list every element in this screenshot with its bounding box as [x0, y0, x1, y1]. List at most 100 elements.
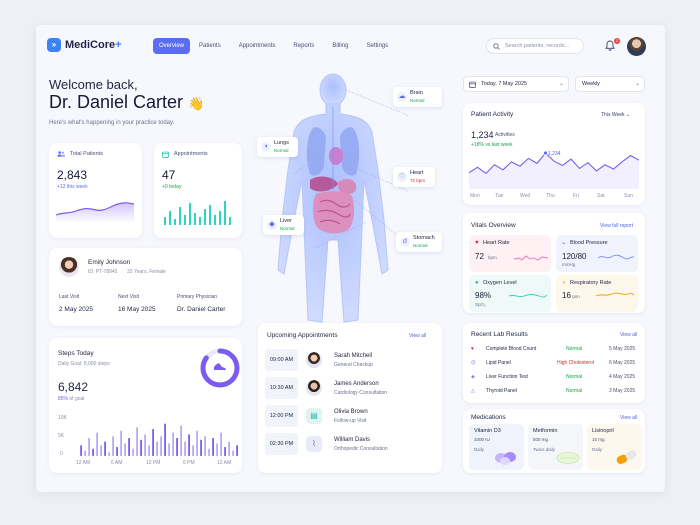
- stomach-status: Normal: [413, 243, 428, 248]
- steps-bar: [212, 438, 214, 456]
- steps-bar: [160, 436, 162, 456]
- activity-period[interactable]: This Week ⌄: [601, 112, 630, 118]
- droplet-icon: ●: [475, 280, 479, 286]
- nav-overview[interactable]: Overview: [153, 38, 191, 54]
- vital-label: Respiratory Rate: [570, 280, 612, 286]
- organ-callout-lungs[interactable]: ◖ Lungs Normal: [257, 137, 298, 157]
- search-icon: [493, 42, 500, 50]
- organ-callout-brain[interactable]: ☁ Brain Normal: [393, 87, 442, 107]
- appointment-type: Orthopedic Consultation: [334, 446, 388, 452]
- steps-bar: [224, 447, 226, 456]
- vital-blood-pressure[interactable]: ⌁ Blood Pressure 120/80 mmHg: [556, 235, 638, 272]
- search-input[interactable]: Search patients, records...: [486, 38, 584, 54]
- labs-view-all[interactable]: View all: [620, 332, 637, 338]
- calendar-icon: [162, 151, 169, 158]
- total-patients-delta: +12 this week: [57, 184, 88, 190]
- organ-callout-stomach[interactable]: ☌ Stomach Normal: [396, 232, 442, 252]
- med-frequency: Daily: [474, 447, 485, 452]
- vitals-title: Vitals Overview: [471, 222, 516, 229]
- nav-appointments[interactable]: Appointments: [230, 38, 285, 54]
- appointments-stat-card[interactable]: Appointments 47 +0 today: [154, 143, 242, 238]
- steps-title: Steps Today: [58, 350, 94, 357]
- medications-view-all[interactable]: View all: [620, 415, 637, 421]
- steps-bar: [220, 432, 222, 456]
- appointments-bar-sparkline: [164, 201, 231, 225]
- activity-day: Thu: [546, 193, 555, 199]
- steps-bar: [148, 445, 150, 456]
- thyroid-icon: △: [471, 388, 475, 394]
- appointment-time: 12:00 PM: [265, 405, 298, 427]
- steps-percent-line: 85% of goal: [58, 396, 84, 402]
- appointment-row[interactable]: 02:30 PM ⌇ William Davis Orthopedic Cons…: [265, 433, 434, 455]
- appointment-row[interactable]: 09:00 AM Sarah Mitchell General Checkup: [265, 349, 434, 371]
- bone-icon: ⌇: [306, 436, 322, 452]
- next-visit-value: 16 May 2025: [118, 306, 156, 313]
- steps-bar: [232, 450, 234, 456]
- appointment-avatar: [306, 352, 322, 368]
- appointment-row[interactable]: 12:00 PM ▤ Olivia Brown Follow-up Visit: [265, 405, 434, 427]
- nav-billing[interactable]: Billing: [323, 38, 357, 54]
- steps-card[interactable]: Steps Today Daily Goal: 8,000 steps 6,84…: [49, 338, 242, 473]
- activity-period-label: This Week: [601, 112, 625, 118]
- steps-bar: [184, 441, 186, 456]
- steps-hourly-chart: [80, 423, 238, 456]
- vital-oxygen[interactable]: ● Oxygen Level 98% SpO₂: [469, 275, 551, 312]
- med-frequency: Twice daily: [533, 447, 556, 452]
- vital-heart-rate[interactable]: ♥ Heart Rate 72 bpm: [469, 235, 551, 272]
- nav-patients[interactable]: Patients: [190, 38, 230, 54]
- steps-ytick-0: 0: [60, 451, 63, 457]
- lab-row[interactable]: ⌬ Lipid Panel High Cholesterol 6 May 202…: [471, 357, 641, 370]
- steps-bar: [80, 445, 82, 456]
- brain-status: Normal: [410, 98, 425, 103]
- patient-summary-card[interactable]: Emily Johnson ID: PT-78945 32 Years, Fem…: [49, 248, 242, 326]
- steps-bar: [164, 423, 166, 456]
- vitals-card: Vitals Overview View full report ♥ Heart…: [463, 213, 645, 313]
- wave-emoji-icon: 👋: [188, 96, 205, 111]
- nav-reports[interactable]: Reports: [284, 38, 323, 54]
- lab-test: Thyroid Panel: [486, 388, 517, 394]
- brand-name: MediCore: [65, 39, 116, 51]
- user-avatar[interactable]: [627, 37, 646, 56]
- lab-results-card: Recent Lab Results View all ♥ Complete B…: [463, 323, 645, 403]
- vital-respiratory[interactable]: ◖ Respiratory Rate 16 rpm: [556, 275, 638, 312]
- medication-item[interactable]: Lisinopril 10 mg Daily: [587, 424, 642, 470]
- lab-row[interactable]: ♥ Complete Blood Count Normal 5 May 2025: [471, 343, 641, 356]
- organ-callout-heart[interactable]: ♡ Heart 72 bpm: [393, 167, 435, 187]
- pulse-icon: ⌁: [562, 241, 566, 247]
- steps-bar: [200, 439, 202, 456]
- steps-bar: [192, 445, 194, 456]
- organ-callout-liver[interactable]: ◆ Liver Normal: [263, 215, 304, 235]
- appointments-stat-label: Appointments: [174, 151, 208, 157]
- activity-day: Tue: [495, 193, 504, 199]
- med-name: Lisinopril: [592, 428, 614, 434]
- appointments-stat-delta: +0 today: [162, 184, 182, 190]
- lab-test: Liver Function Test: [486, 374, 528, 380]
- nav-settings[interactable]: Settings: [357, 38, 397, 54]
- lab-row[interactable]: △ Thyroid Panel Normal 3 May 2025: [471, 385, 641, 398]
- app-brand[interactable]: MediCore+: [65, 38, 122, 52]
- vitals-view-report[interactable]: View full report: [600, 223, 633, 229]
- activity-highlight-point[interactable]: [543, 151, 548, 156]
- steps-bar: [100, 445, 102, 456]
- steps-bar: [108, 452, 110, 456]
- patient-avatar: [59, 257, 79, 277]
- lungs-icon: ◖: [261, 142, 271, 152]
- patient-activity-card[interactable]: Patient Activity This Week ⌄ 1,234 Activ…: [463, 103, 645, 205]
- heart-icon: ♡: [397, 172, 407, 182]
- lab-row[interactable]: ◈ Liver Function Test Normal 4 May 2025: [471, 371, 641, 384]
- chevron-down-icon: ⌄: [559, 81, 565, 87]
- appointment-type: General Checkup: [334, 362, 373, 368]
- appointments-view-all[interactable]: View all: [409, 333, 426, 339]
- appointment-row[interactable]: 10:30 AM James Anderson Cardiology Consu…: [265, 377, 434, 399]
- total-patients-card[interactable]: Total Patients 2,843 +12 this week: [49, 143, 142, 238]
- medication-item[interactable]: Metformin 500 mg Twice daily: [528, 424, 583, 470]
- chevron-down-icon: ⌄: [625, 112, 631, 118]
- medication-item[interactable]: Vitamin D3 1000 IU Daily: [469, 424, 524, 470]
- tablet-icon: [556, 452, 580, 464]
- steps-bar: [96, 432, 98, 456]
- steps-bar: [236, 445, 238, 456]
- range-select[interactable]: Weekly ⌄: [575, 76, 645, 92]
- appointment-time: 10:30 AM: [265, 377, 298, 399]
- date-picker[interactable]: Today, 7 May 2025 ⌄: [463, 76, 569, 92]
- heart-label: Heart: [410, 170, 424, 176]
